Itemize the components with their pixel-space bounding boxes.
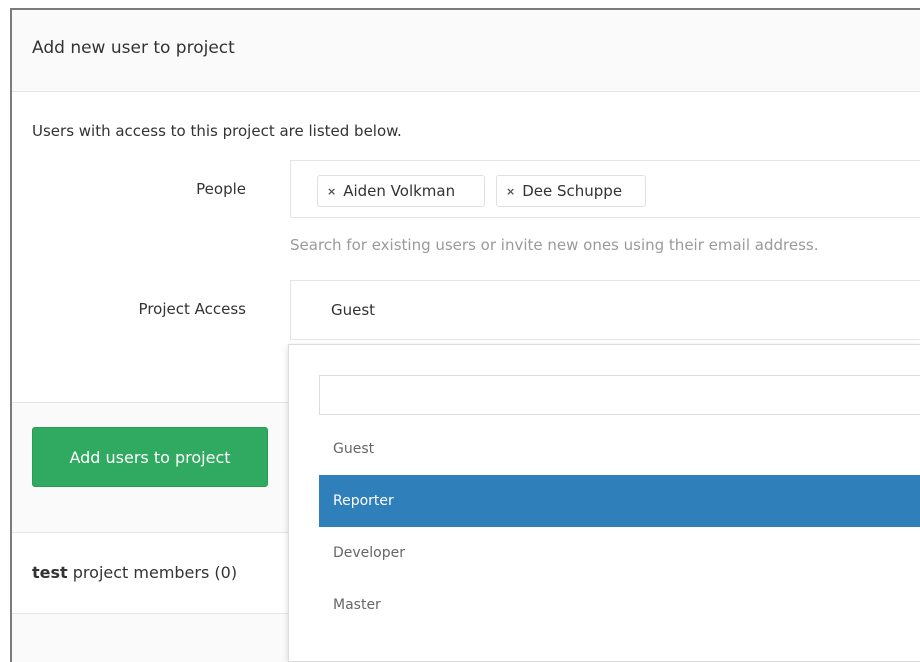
- intro-text: Users with access to this project are li…: [32, 122, 402, 140]
- dropdown-search-input[interactable]: [319, 375, 920, 415]
- access-dropdown: Guest Reporter Developer Master: [288, 344, 920, 662]
- user-chip: × Dee Schuppe: [496, 175, 646, 207]
- people-label: People: [196, 180, 246, 198]
- add-users-button[interactable]: Add users to project: [32, 427, 268, 487]
- remove-chip-icon[interactable]: ×: [327, 185, 336, 198]
- project-access-value: Guest: [331, 301, 376, 319]
- people-help-text: Search for existing users or invite new …: [290, 236, 819, 254]
- members-label: project members: [72, 563, 210, 582]
- user-chip-label: Aiden Volkman: [343, 182, 456, 200]
- dropdown-option-developer[interactable]: Developer: [319, 527, 920, 579]
- dropdown-option-reporter[interactable]: Reporter: [319, 475, 920, 527]
- members-title: test project members (0): [32, 563, 237, 582]
- remove-chip-icon[interactable]: ×: [506, 185, 515, 198]
- project-access-label: Project Access: [138, 300, 246, 318]
- panel-header: Add new user to project: [12, 10, 920, 92]
- user-chip: × Aiden Volkman: [317, 175, 485, 207]
- project-access-select[interactable]: Guest: [290, 280, 920, 340]
- dropdown-option-guest[interactable]: Guest: [319, 423, 920, 475]
- panel-title: Add new user to project: [32, 38, 235, 58]
- project-name: test: [32, 563, 68, 582]
- members-count: (0): [214, 563, 238, 582]
- dropdown-option-master[interactable]: Master: [319, 579, 920, 631]
- people-input[interactable]: × Aiden Volkman × Dee Schuppe: [290, 160, 920, 218]
- user-chip-label: Dee Schuppe: [522, 182, 623, 200]
